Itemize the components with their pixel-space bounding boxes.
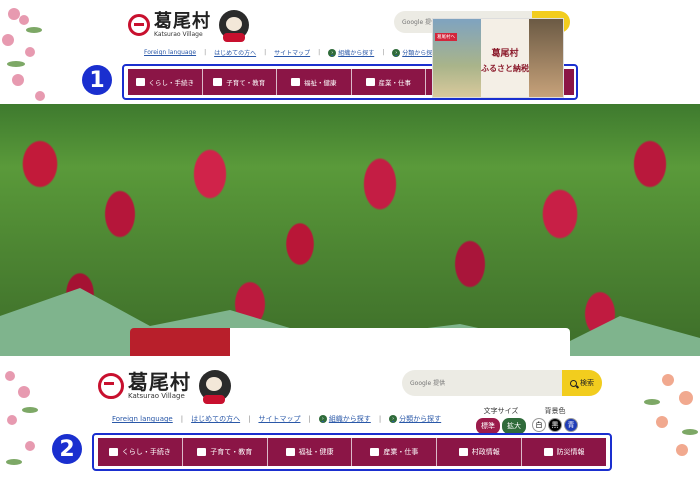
logo-name: 葛尾村 (154, 10, 211, 32)
highlight-box-2 (92, 433, 612, 471)
search-button-label: 検索 (580, 379, 594, 387)
bg-blue-button[interactable]: 青 (564, 418, 578, 432)
flower-decoration-left (2, 8, 45, 113)
banner-title: 葛尾村 (491, 49, 519, 59)
foreign-language-link[interactable]: Foreign language (112, 415, 173, 423)
bg-black-button[interactable]: 黒 (548, 418, 562, 432)
arrow-right-icon: › (328, 48, 337, 57)
arrow-right-icon: › (389, 415, 398, 423)
flower-decoration-left (5, 371, 38, 465)
sitemap-link[interactable]: サイトマップ (258, 414, 300, 424)
by-organization-link[interactable]: › 組織から探す (318, 414, 371, 424)
text-size-large-button[interactable]: 拡大 (502, 418, 526, 434)
furusato-tax-banner[interactable]: 葛尾村へ 葛尾村 ふるさと納税 (432, 18, 564, 98)
hero-image (0, 104, 700, 356)
screenshot-panel-2: 葛尾村 Katsurao Village 検索 Foreign language… (0, 362, 700, 480)
logo-name: 葛尾村 (128, 370, 191, 394)
text-size-standard-button[interactable]: 標準 (476, 418, 500, 434)
screenshot-panel-1: 葛尾村 Katsurao Village 検索 Foreign language… (0, 0, 700, 356)
site-logo[interactable]: 葛尾村 Katsurao Village (98, 370, 231, 404)
by-category-link[interactable]: › 分類から探す (389, 414, 441, 424)
foreign-language-link[interactable]: Foreign language (144, 49, 196, 56)
sitemap-link[interactable]: サイトマップ (274, 48, 310, 57)
first-time-link[interactable]: はじめての方へ (214, 48, 256, 57)
flower-decoration-right (644, 374, 698, 456)
banner-subtitle: ふるさと納税 (481, 63, 529, 73)
background-color-label: 背景色 (544, 407, 566, 415)
first-time-link[interactable]: はじめての方へ (191, 414, 240, 424)
content-tab-red[interactable] (130, 328, 230, 356)
mascot-icon (219, 10, 249, 42)
search-button[interactable]: 検索 (562, 370, 602, 396)
logo-subtext: Katsurao Village (128, 392, 185, 400)
step-badge-2: 2 (52, 434, 82, 464)
search-input[interactable] (402, 370, 562, 396)
village-emblem-icon (128, 14, 150, 36)
text-size-controls: 文字サイズ 標準 拡大 (476, 406, 526, 434)
text-size-label: 文字サイズ (483, 407, 519, 415)
search-box: 検索 (402, 370, 602, 396)
utility-links: Foreign language | はじめての方へ | サイトマップ | › 組… (112, 414, 442, 424)
step-badge-1: 1 (82, 65, 112, 95)
logo-subtext: Katsurao Village (154, 30, 203, 38)
arrow-right-icon: › (318, 415, 327, 423)
bg-white-button[interactable]: 白 (532, 418, 546, 432)
search-icon (570, 379, 577, 387)
banner-tag: 葛尾村へ (435, 33, 457, 41)
mascot-icon (199, 370, 231, 404)
site-logo[interactable]: 葛尾村 Katsurao Village (128, 10, 249, 42)
by-organization-link[interactable]: › 組織から探す (328, 48, 374, 57)
village-emblem-icon (98, 373, 124, 399)
utility-links: Foreign language | はじめての方へ | サイトマップ | › 組… (144, 48, 439, 57)
background-color-controls: 背景色 白 黒 青 (532, 406, 578, 432)
content-tab-white[interactable] (230, 328, 570, 356)
arrow-right-icon: › (392, 48, 401, 57)
